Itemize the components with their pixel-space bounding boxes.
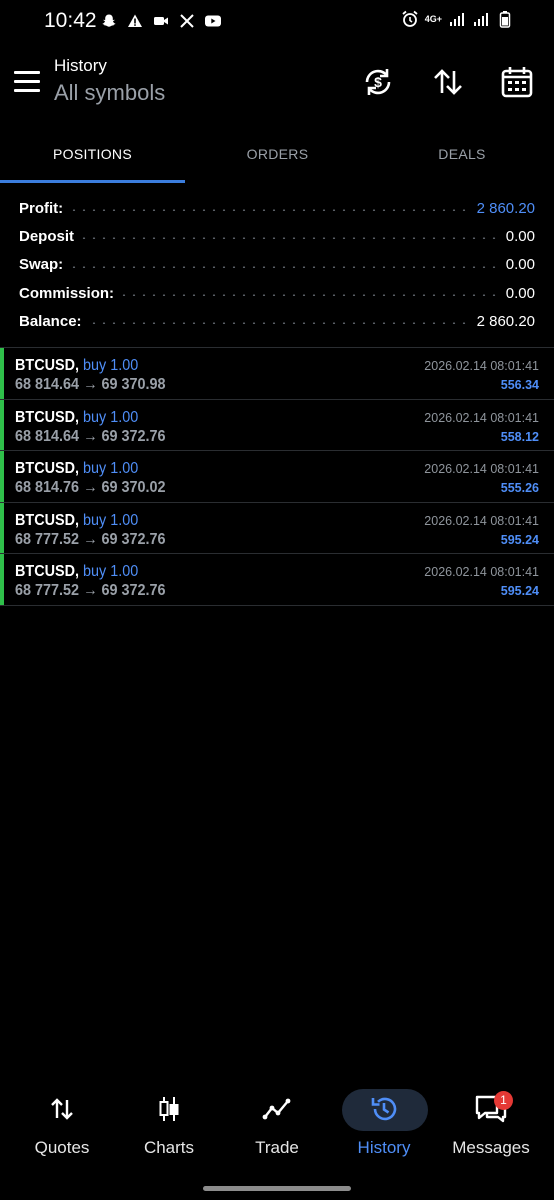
bottom-nav: Quotes Charts Trade History Messages bbox=[0, 1080, 554, 1170]
position-profit: 558.12 bbox=[500, 429, 539, 444]
symbol-filter[interactable]: All symbols bbox=[54, 80, 165, 106]
nav-quotes[interactable]: Quotes bbox=[7, 1080, 117, 1170]
nav-label: Trade bbox=[255, 1138, 299, 1157]
status-time: 10:42 bbox=[44, 9, 97, 32]
summary-value: 2 860.20 bbox=[470, 312, 535, 330]
position-prices: 68 777.52 → 69 372.76 bbox=[15, 582, 166, 599]
buy-indicator bbox=[0, 502, 4, 553]
tab-orders[interactable]: ORDERS bbox=[185, 128, 370, 180]
summary-label: Swap: bbox=[19, 256, 70, 274]
position-type: buy 1.00 bbox=[83, 357, 139, 374]
summary-label: Profit: bbox=[19, 199, 70, 217]
position-prices: 68 814.76 → 69 370.02 bbox=[15, 479, 166, 496]
position-profit: 595.24 bbox=[500, 532, 539, 547]
page-title: History bbox=[54, 56, 107, 75]
position-type: buy 1.00 bbox=[83, 460, 139, 477]
tab-positions[interactable]: POSITIONS bbox=[0, 128, 185, 180]
position-symbol: BTCUSD, bbox=[15, 408, 79, 426]
messages-badge: 1 bbox=[494, 1091, 513, 1110]
sort-icon bbox=[434, 69, 462, 95]
position-type: buy 1.00 bbox=[83, 511, 139, 529]
signal-icon bbox=[448, 10, 466, 28]
tab-bar: POSITIONS ORDERS DEALS bbox=[0, 128, 554, 184]
network-type-label: 4G+ bbox=[424, 13, 442, 24]
position-time: 2026.02.14 08:01:41 bbox=[424, 462, 539, 476]
menu-icon[interactable] bbox=[14, 71, 40, 93]
summary-row-profit: Profit: 2 860.20 bbox=[0, 194, 554, 222]
video-icon bbox=[152, 12, 170, 30]
tab-deals[interactable]: DEALS bbox=[370, 128, 554, 180]
trade-icon bbox=[257, 1094, 297, 1124]
position-type: buy 1.00 bbox=[83, 408, 139, 426]
position-time: 2026.02.14 08:01:41 bbox=[424, 565, 539, 579]
nav-charts[interactable]: Charts bbox=[114, 1080, 224, 1170]
battery-icon bbox=[496, 10, 514, 28]
buy-indicator bbox=[0, 451, 4, 502]
summary-row-swap: Swap: 0.00 bbox=[0, 251, 554, 279]
position-symbol: BTCUSD, bbox=[15, 563, 79, 580]
summary-value: 0.00 bbox=[499, 227, 535, 245]
buy-indicator bbox=[0, 554, 4, 605]
currency-convert-icon: $ bbox=[365, 69, 391, 95]
nav-label: Charts bbox=[143, 1138, 195, 1157]
position-row[interactable]: BTCUSD, buy 1.00 68 777.52 → 69 372.76 2… bbox=[0, 502, 554, 554]
calendar-icon bbox=[501, 67, 533, 98]
nav-label: Messages bbox=[452, 1138, 530, 1157]
summary-label: Commission: bbox=[19, 284, 121, 302]
calendar-button[interactable] bbox=[497, 62, 537, 102]
snapchat-icon bbox=[100, 12, 118, 30]
summary-panel: Profit: 2 860.20 Deposit 0.00 Swap: 0.00… bbox=[0, 194, 554, 335]
nav-trade[interactable]: Trade bbox=[222, 1080, 332, 1170]
warning-icon bbox=[126, 12, 144, 30]
position-time: 2026.02.14 08:01:41 bbox=[424, 410, 539, 425]
positions-list: BTCUSD, buy 1.00 68 814.64 → 69 370.98 2… bbox=[0, 347, 554, 606]
position-profit: 556.34 bbox=[500, 378, 539, 392]
position-prices: 68 814.64 → 69 372.76 bbox=[15, 427, 166, 445]
x-icon bbox=[178, 12, 196, 30]
youtube-icon bbox=[204, 12, 222, 30]
summary-row-commission: Commission: 0.00 bbox=[0, 279, 554, 307]
summary-row-balance: Balance: 2 860.20 bbox=[0, 307, 554, 335]
position-row[interactable]: BTCUSD, buy 1.00 68 777.52 → 69 372.76 2… bbox=[0, 554, 554, 606]
summary-value: 0.00 bbox=[499, 256, 535, 274]
position-symbol: BTCUSD, bbox=[15, 511, 79, 529]
position-row[interactable]: BTCUSD, buy 1.00 68 814.64 → 69 372.76 2… bbox=[0, 399, 554, 451]
active-tab-indicator bbox=[0, 180, 185, 183]
nav-label: Quotes bbox=[34, 1138, 90, 1157]
alarm-icon bbox=[401, 10, 419, 28]
position-profit: 555.26 bbox=[500, 481, 539, 495]
signal-icon-2 bbox=[472, 10, 490, 28]
buy-indicator bbox=[0, 348, 4, 399]
position-symbol: BTCUSD, bbox=[15, 460, 79, 477]
nav-messages[interactable]: Messages bbox=[436, 1080, 546, 1170]
sort-button[interactable] bbox=[428, 62, 468, 102]
position-time: 2026.02.14 08:01:41 bbox=[424, 513, 539, 528]
summary-value: 2 860.20 bbox=[470, 199, 535, 217]
position-profit: 595.24 bbox=[500, 584, 539, 598]
position-time: 2026.02.14 08:01:41 bbox=[424, 359, 539, 373]
charts-icon bbox=[149, 1094, 189, 1124]
home-indicator[interactable] bbox=[203, 1186, 351, 1191]
summary-label: Balance: bbox=[19, 312, 88, 330]
currency-convert-button[interactable]: $ bbox=[358, 62, 398, 102]
svg-text:$: $ bbox=[374, 74, 382, 90]
quotes-icon bbox=[42, 1094, 82, 1124]
position-row[interactable]: BTCUSD, buy 1.00 68 814.64 → 69 370.98 2… bbox=[0, 348, 554, 400]
nav-history[interactable]: History bbox=[329, 1080, 439, 1170]
summary-row-deposit: Deposit 0.00 bbox=[0, 222, 554, 250]
position-prices: 68 777.52 → 69 372.76 bbox=[15, 530, 166, 548]
position-row[interactable]: BTCUSD, buy 1.00 68 814.76 → 69 370.02 2… bbox=[0, 451, 554, 503]
status-bar: 10:42 4G+ bbox=[0, 0, 554, 44]
position-type: buy 1.00 bbox=[83, 563, 139, 580]
history-icon bbox=[364, 1094, 404, 1124]
nav-label: History bbox=[357, 1138, 411, 1157]
position-symbol: BTCUSD, bbox=[15, 357, 79, 374]
position-prices: 68 814.64 → 69 370.98 bbox=[15, 376, 166, 393]
summary-value: 0.00 bbox=[499, 284, 535, 302]
buy-indicator bbox=[0, 399, 4, 450]
app-header: History All symbols $ bbox=[0, 44, 554, 128]
summary-label: Deposit bbox=[19, 227, 81, 245]
